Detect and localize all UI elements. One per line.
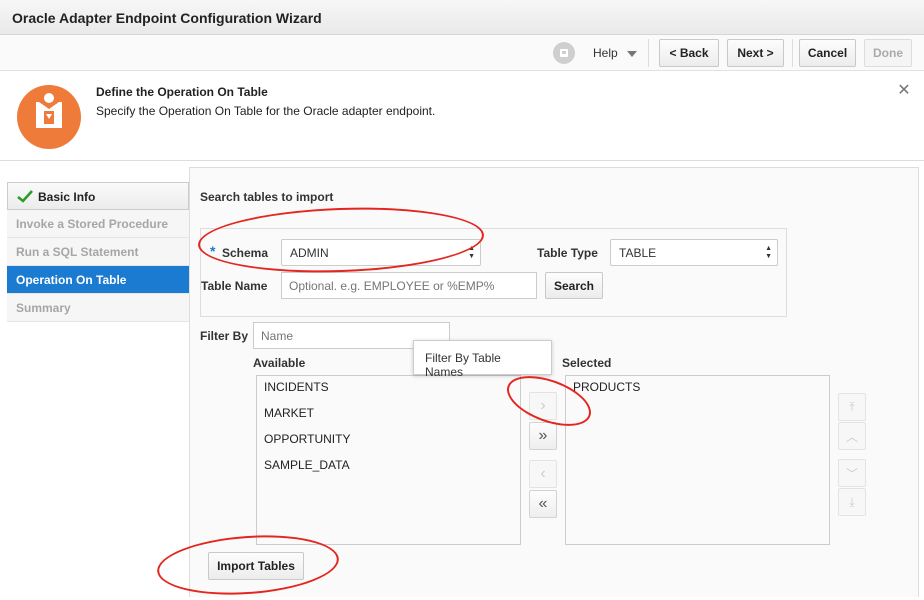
move-bottom-button[interactable]: ⤓ <box>838 488 866 516</box>
table-name-input[interactable] <box>281 272 537 299</box>
page-title: Define the Operation On Table <box>96 85 268 99</box>
toolbar: Help < Back Next > Cancel Done <box>0 35 924 71</box>
filter-label: Filter By <box>200 329 249 343</box>
step-summary[interactable]: Summary <box>7 294 189 322</box>
toolbar-divider <box>792 39 793 67</box>
cancel-button[interactable]: Cancel <box>799 39 856 67</box>
filter-tooltip: Filter By Table Names <box>413 340 552 379</box>
window-title: Oracle Adapter Endpoint Configuration Wi… <box>0 0 924 35</box>
table-type-select[interactable]: TABLE ▲ ▼ <box>610 239 778 266</box>
wizard-header: Define the Operation On Table Specify th… <box>0 71 924 161</box>
wizard-steps: Basic Info Invoke a Stored Procedure Run… <box>7 182 189 322</box>
selected-label: Selected <box>562 356 612 370</box>
table-type-value: TABLE <box>619 246 657 260</box>
search-button[interactable]: Search <box>545 272 603 299</box>
done-button[interactable]: Done <box>864 39 912 67</box>
table-name-label: Table Name <box>201 279 268 293</box>
select-arrows-icon: ▲ ▼ <box>765 245 772 260</box>
list-item[interactable]: PRODUCTS <box>566 376 829 402</box>
move-up-button[interactable]: ︿ <box>838 422 866 450</box>
step-label: Basic Info <box>38 190 96 205</box>
table-type-label: Table Type <box>537 246 598 260</box>
move-all-right-button[interactable]: » <box>529 422 557 450</box>
available-label: Available <box>253 356 306 370</box>
step-run-sql-statement[interactable]: Run a SQL Statement <box>7 238 189 266</box>
operation-logo-icon <box>17 85 81 149</box>
page-subtitle: Specify the Operation On Table for the O… <box>96 104 436 118</box>
selected-list[interactable]: PRODUCTS <box>565 375 830 545</box>
section-title: Search tables to import <box>200 190 334 204</box>
step-basic-info[interactable]: Basic Info <box>7 182 189 210</box>
help-label: Help <box>593 46 618 60</box>
chevron-down-icon <box>627 50 638 57</box>
step-invoke-stored-procedure[interactable]: Invoke a Stored Procedure <box>7 210 189 238</box>
available-list[interactable]: INCIDENTS MARKET OPPORTUNITY SAMPLE_DATA <box>256 375 521 545</box>
help-menu[interactable]: Help <box>593 46 638 60</box>
back-button[interactable]: < Back <box>659 39 719 67</box>
move-top-button[interactable]: ⤒ <box>838 393 866 421</box>
move-down-button[interactable]: ﹀ <box>838 459 866 487</box>
toolbar-divider <box>648 39 649 67</box>
next-button[interactable]: Next > <box>727 39 784 67</box>
move-all-left-button[interactable]: « <box>529 490 557 518</box>
checkmark-icon <box>17 190 33 206</box>
step-operation-on-table[interactable]: Operation On Table <box>7 266 189 294</box>
list-item[interactable]: SAMPLE_DATA <box>257 454 520 480</box>
list-item[interactable]: MARKET <box>257 402 520 428</box>
move-left-button[interactable]: ‹ <box>529 460 557 488</box>
list-item[interactable]: INCIDENTS <box>257 376 520 402</box>
list-item[interactable]: OPPORTUNITY <box>257 428 520 454</box>
close-icon[interactable]: ✕ <box>896 83 912 99</box>
status-icon[interactable] <box>553 42 575 64</box>
